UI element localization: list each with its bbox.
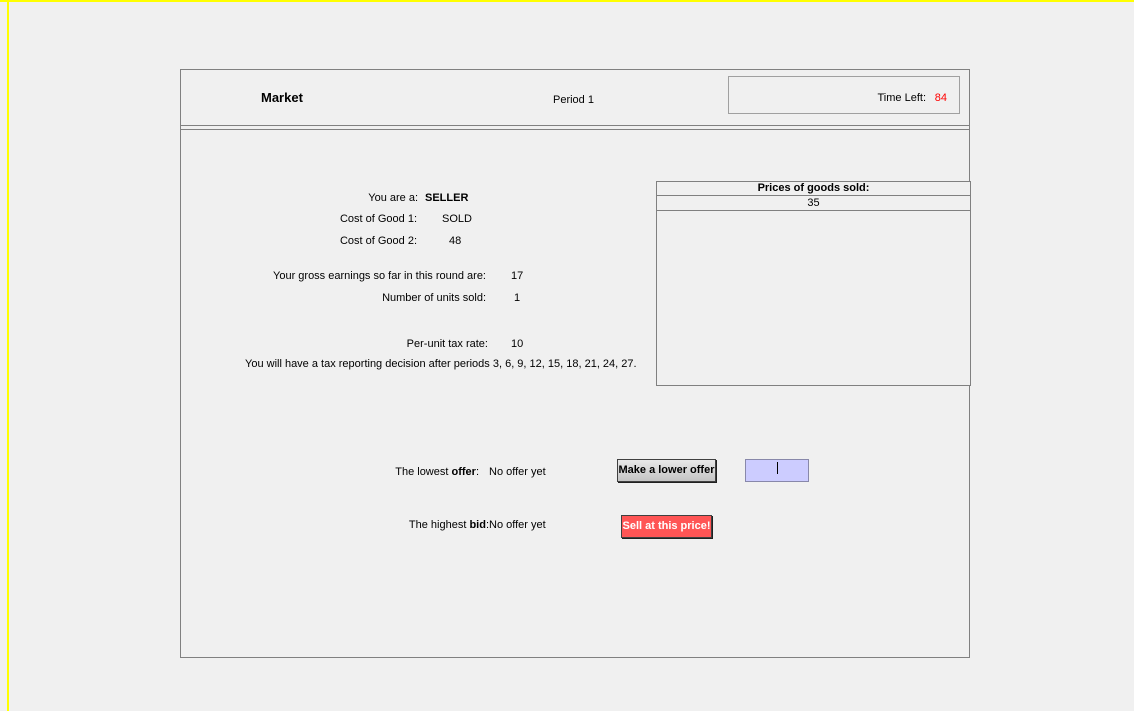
units-sold-label: Number of units sold: — [382, 292, 486, 304]
lowest-offer-label: The lowest offer: — [395, 466, 479, 478]
tax-rate-label: Per-unit tax rate: — [406, 338, 488, 350]
good2-label: Cost of Good 2: — [339, 235, 417, 247]
prices-table-row: 35 — [657, 196, 970, 211]
role-label: You are a: — [368, 192, 418, 204]
tax-reporting-note: You will have a tax reporting decision a… — [245, 358, 637, 370]
prices-table: Prices of goods sold: 35 — [656, 181, 971, 386]
text-caret — [777, 462, 778, 474]
good1-label: Cost of Good 1: — [339, 213, 417, 225]
earnings-value: 17 — [511, 270, 524, 282]
page-title: Market — [261, 90, 303, 105]
header-divider — [181, 125, 969, 126]
good2-value: 48 — [449, 235, 462, 247]
timer-box: Time Left: 84 — [728, 76, 960, 114]
lowest-offer-value: No offer yet — [489, 466, 546, 478]
time-left-value: 84 — [934, 92, 947, 104]
header-divider-lower — [181, 129, 969, 130]
prices-table-header: Prices of goods sold: — [657, 182, 970, 196]
make-lower-offer-button[interactable]: Make a lower offer — [617, 459, 716, 482]
earnings-label: Your gross earnings so far in this round… — [273, 270, 486, 282]
period-label: Period 1 — [553, 94, 594, 106]
highest-bid-value: No offer yet — [489, 519, 546, 531]
market-panel: Market Period 1 Time Left: 84 You are a:… — [180, 69, 971, 658]
role-value: SELLER — [425, 192, 469, 204]
window-frame-top — [0, 0, 1134, 2]
units-sold-value: 1 — [514, 292, 521, 304]
window-frame-left — [7, 0, 9, 711]
good1-value: SOLD — [442, 213, 472, 225]
tax-rate-value: 10 — [511, 338, 524, 350]
time-left-label: Time Left: — [877, 92, 927, 104]
highest-bid-label: The highest bid: — [408, 519, 489, 531]
sell-at-this-price-button[interactable]: Sell at this price! — [621, 515, 712, 538]
